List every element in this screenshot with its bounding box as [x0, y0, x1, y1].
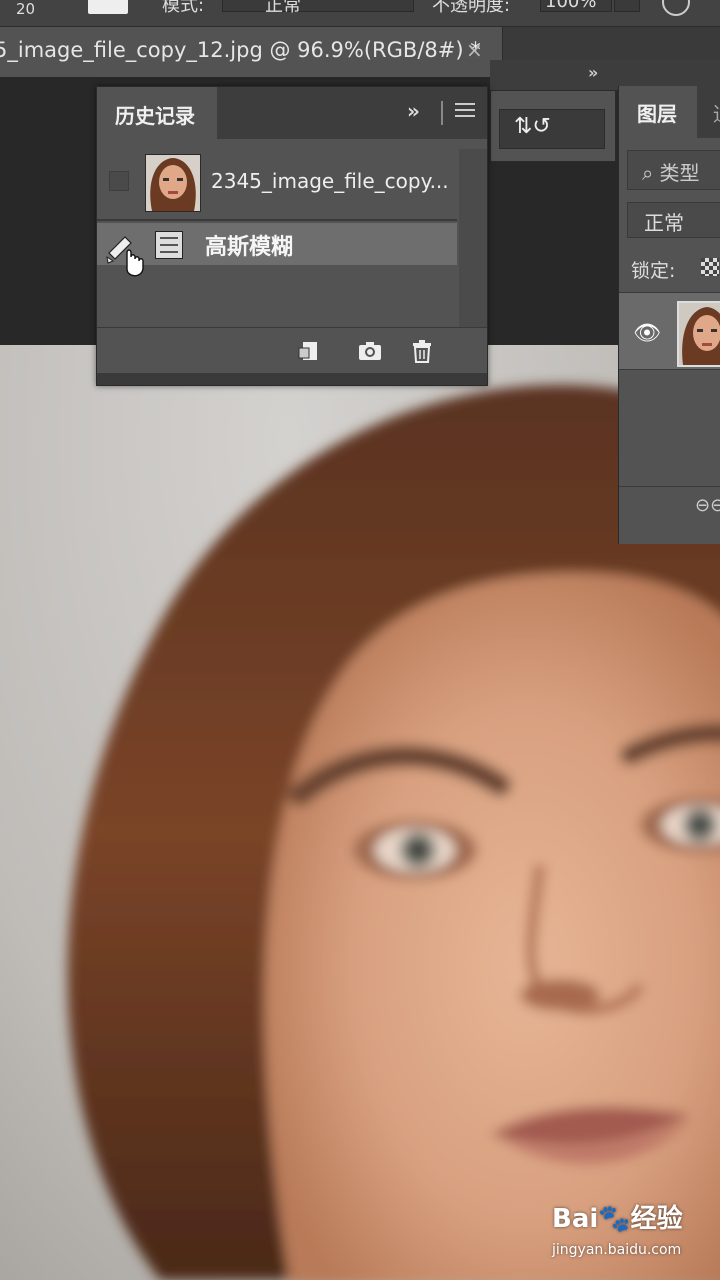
collapse-icon[interactable]: » [407, 99, 420, 123]
lock-transparency-icon[interactable] [701, 258, 719, 276]
eye-icon[interactable]: 👁 [633, 321, 661, 346]
document-tab[interactable]: 5_image_file_copy_12.jpg @ 96.9%(RGB/8#)… [0, 27, 503, 77]
mode-select[interactable]: 正常 [222, 0, 414, 16]
document-tab-title: 5_image_file_copy_12.jpg @ 96.9%(RGB/8#)… [0, 38, 481, 62]
layer-thumbnail [677, 301, 720, 367]
baidu-watermark: Bai🐾经验 jingyan.baidu.com [552, 1198, 720, 1270]
opacity-field[interactable]: 100% [540, 0, 612, 12]
close-icon[interactable]: × [466, 38, 483, 62]
layers-tabstrip: 图层 通 [619, 86, 720, 138]
blend-mode-select[interactable]: 正常 [627, 202, 720, 238]
history-tabstrip: 历史记录 » [97, 87, 487, 139]
history-brush-hand-icon [106, 236, 144, 277]
history-scrollbar[interactable] [459, 149, 487, 329]
blend-mode-value: 正常 [644, 211, 684, 235]
layer-filter-label: ⌕ 类型 [642, 161, 700, 185]
mode-select-value: 正常 [265, 0, 301, 16]
pressure-icon[interactable] [662, 0, 690, 16]
mode-label: 模式: [162, 0, 205, 16]
history-snapshot-row[interactable]: 2345_image_file_copy... [97, 149, 457, 221]
camera-icon[interactable] [357, 338, 383, 364]
opacity-value: 100% [545, 0, 597, 12]
tab-layers[interactable]: 图层 [619, 86, 697, 138]
history-state-label: 高斯模糊 [205, 235, 294, 260]
history-tool-icon: ⇅↺ [514, 114, 551, 139]
panel-menu-icon[interactable] [455, 103, 475, 121]
history-brush-source-icon[interactable] [105, 231, 144, 277]
trash-icon[interactable] [409, 338, 435, 364]
collapse-panels-icon[interactable]: » [588, 63, 598, 82]
opacity-label: 不透明度: [432, 0, 511, 16]
portrait-photo [67, 385, 720, 1280]
divider [441, 101, 443, 125]
watermark-brand: Bai🐾经验 [552, 1204, 683, 1234]
layers-footer: ⊖⊖ [619, 486, 720, 529]
history-panel: 历史记录 » 2345_image_file_copy... 高斯模糊 [96, 86, 488, 386]
opacity-dropdown-button[interactable] [614, 0, 640, 12]
layers-panel: 图层 通 ⌕ 类型 正常 锁定: 👁 ⊖⊖ [618, 86, 720, 544]
history-panel-toggle-button[interactable]: ⇅↺ [499, 109, 605, 149]
snapshot-source-checkbox[interactable] [109, 171, 129, 191]
tab-layers-label: 图层 [637, 102, 677, 126]
options-bar: 20 模式: 正常 不透明度: 100% [0, 0, 720, 27]
history-tool-panel: ⇅↺ [490, 90, 616, 162]
watermark-url: jingyan.baidu.com [552, 1242, 682, 1258]
snapshot-thumbnail-image [146, 155, 200, 211]
tab-history[interactable]: 历史记录 [97, 87, 217, 139]
tab-history-label: 历史记录 [115, 104, 195, 128]
snapshot-thumbnail [145, 154, 201, 212]
tab-channels[interactable]: 通 [713, 98, 720, 127]
layer-row[interactable]: 👁 [619, 292, 720, 370]
panel-resize-grip[interactable] [97, 373, 487, 385]
document-icon [155, 231, 183, 259]
history-state-row[interactable]: 高斯模糊 [97, 223, 457, 277]
canvas-image[interactable] [0, 345, 720, 1280]
new-document-icon[interactable] [297, 338, 323, 364]
link-layers-icon[interactable]: ⊖⊖ [695, 495, 720, 516]
brush-preset-button[interactable] [88, 0, 128, 14]
history-state-label: 2345_image_file_copy... [211, 169, 449, 193]
layer-thumbnail-image [679, 303, 720, 365]
lock-label: 锁定: [631, 260, 676, 282]
history-footer [97, 327, 487, 374]
layer-filter-select[interactable]: ⌕ 类型 [627, 150, 720, 190]
brush-size-value[interactable]: 20 [16, 0, 35, 18]
